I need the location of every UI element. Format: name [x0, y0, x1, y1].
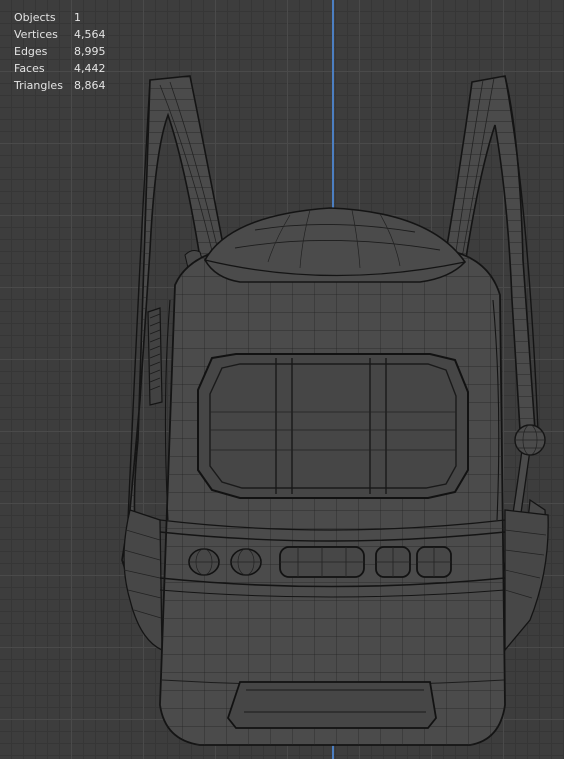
stat-value: 4,442: [74, 62, 106, 75]
stat-value: 8,864: [74, 79, 106, 92]
stat-label: Vertices: [14, 28, 58, 41]
scene-statistics-overlay: Objects 1 Vertices 4,564 Edges 8,995 Fac…: [14, 9, 106, 94]
stat-row-objects: Objects 1: [14, 9, 106, 26]
stat-value: 8,995: [74, 45, 106, 58]
stat-row-vertices: Vertices 4,564: [14, 26, 106, 43]
stat-row-triangles: Triangles 8,864: [14, 77, 106, 94]
stat-label: Objects: [14, 11, 56, 24]
stat-row-edges: Edges 8,995: [14, 43, 106, 60]
stat-value: 4,564: [74, 28, 106, 41]
strap-buckle: [514, 424, 546, 456]
stat-value: 1: [74, 11, 81, 24]
stat-label: Faces: [14, 62, 45, 75]
stat-label: Triangles: [14, 79, 63, 92]
backpack-wireframe-model[interactable]: [0, 0, 564, 759]
stat-label: Edges: [14, 45, 48, 58]
front-panel: [197, 353, 469, 499]
stat-row-faces: Faces 4,442: [14, 60, 106, 77]
right-side-pocket: [504, 509, 549, 652]
bottom-pocket: [226, 681, 437, 729]
left-side-pocket: [123, 509, 163, 652]
3d-viewport[interactable]: Objects 1 Vertices 4,564 Edges 8,995 Fac…: [0, 0, 564, 759]
